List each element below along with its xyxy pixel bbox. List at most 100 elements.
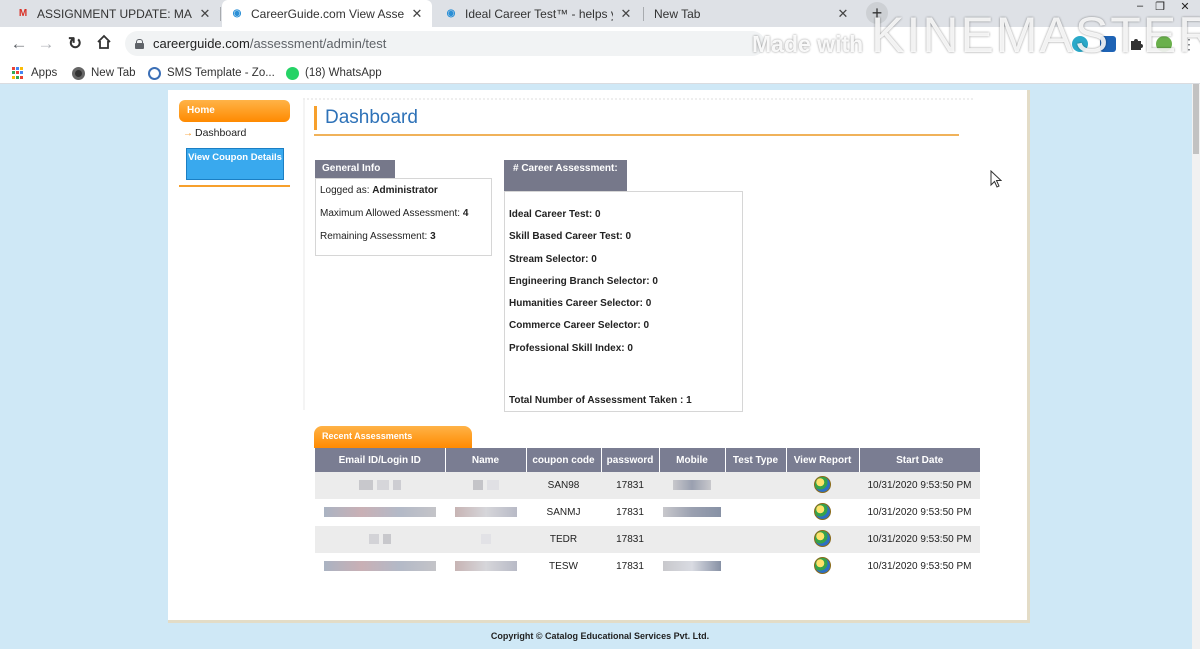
new-tab-button[interactable]: +: [866, 2, 888, 24]
start-date-cell: 10/31/2020 9:53:50 PM: [859, 472, 980, 499]
sidebar-home-header[interactable]: Home: [179, 100, 290, 122]
close-icon[interactable]: ✕: [836, 6, 850, 22]
restore-icon[interactable]: ❐: [1150, 0, 1170, 14]
coupon-cell: SANMJ: [546, 507, 581, 518]
mobile-cell-redacted: [659, 499, 725, 526]
tab-bar: M ASSIGNMENT UPDATE: MACHAI ✕ ◉ CareerGu…: [0, 0, 1200, 27]
assessment-count-row: Humanities Career Selector: 0: [509, 298, 652, 310]
bookmark-apps[interactable]: Apps: [12, 65, 57, 81]
assessment-count-row: Commerce Career Selector: 0: [509, 320, 650, 332]
menu-kebab-icon[interactable]: ⋮: [1180, 35, 1198, 53]
minimize-icon[interactable]: –: [1130, 0, 1150, 14]
url-domain: careerguide.com: [153, 36, 250, 51]
sidebar-item-label: Dashboard: [195, 127, 247, 139]
email-cell-redacted: [315, 472, 445, 499]
column-header: password: [601, 448, 660, 472]
assessment-count-row: Professional Skill Index: 0: [509, 342, 633, 354]
password-cell: 17831: [601, 526, 659, 553]
view-report-globe-icon[interactable]: [814, 529, 831, 547]
reload-icon[interactable]: ↻: [66, 35, 84, 53]
view-report-cell[interactable]: [786, 499, 859, 526]
bookmark-label: SMS Template - Zo...: [167, 67, 275, 79]
career-assessment-box: Ideal Career Test: 0 Skill Based Career …: [504, 191, 743, 412]
mobile-cell-redacted: [659, 472, 725, 499]
view-report-cell[interactable]: [786, 472, 859, 499]
close-icon[interactable]: ✕: [410, 6, 424, 22]
view-coupon-details-button[interactable]: View Coupon Details: [186, 148, 284, 180]
careerguide-icon: ◉: [446, 8, 456, 19]
coupon-cell: TESW: [549, 561, 578, 572]
view-report-globe-icon[interactable]: [814, 475, 831, 493]
email-cell-redacted: [315, 526, 445, 553]
close-icon[interactable]: ✕: [619, 6, 633, 22]
coupon-cell: TEDR: [526, 526, 601, 553]
start-date-cell: 10/31/2020 9:53:50 PM: [867, 561, 972, 572]
tab-careerguide-view[interactable]: ◉ CareerGuide.com View Assessme ✕: [222, 0, 432, 27]
view-report-globe-icon[interactable]: [814, 502, 831, 520]
apps-grid-icon: [12, 66, 25, 80]
name-cell-redacted: [445, 526, 526, 553]
forward-icon[interactable]: →: [37, 35, 55, 53]
careerguide-icon: ◉: [232, 8, 242, 19]
footer-copyright: Copyright © Catalog Educational Services…: [490, 631, 710, 641]
title-divider: [314, 134, 959, 136]
career-assessment-heading: # Career Assessment:: [504, 160, 627, 192]
sidebar-item-dashboard[interactable]: → Dashboard: [183, 127, 246, 139]
view-report-cell[interactable]: [786, 553, 859, 580]
extension-icon[interactable]: [1072, 36, 1088, 52]
table-row: SAN98 17831 10/31/2020 9:53:50 PM: [315, 472, 980, 499]
profile-avatar[interactable]: [1156, 36, 1172, 52]
bookmark-label: New Tab: [91, 67, 136, 79]
back-icon[interactable]: ←: [10, 35, 28, 53]
password-cell: 17831: [616, 561, 644, 572]
name-cell-redacted: [445, 499, 526, 526]
general-info-heading: General Info: [315, 160, 395, 179]
lock-icon: [135, 38, 144, 49]
extensions-puzzle-icon[interactable]: [1128, 36, 1144, 52]
tab-gmail[interactable]: M ASSIGNMENT UPDATE: MACHAI ✕: [8, 0, 220, 27]
total-assessments: Total Number of Assessment Taken : 1: [509, 395, 692, 406]
email-cell-redacted: [315, 553, 445, 580]
page-title: Dashboard: [314, 106, 418, 130]
assessment-count-row: Engineering Branch Selector: 0: [509, 275, 658, 287]
table-header-row: Email ID/Login ID Name coupon code passw…: [315, 448, 980, 472]
test-type-cell: [725, 553, 786, 580]
tab-title: ASSIGNMENT UPDATE: MACHAI: [37, 6, 192, 21]
scrollbar-thumb[interactable]: [1193, 84, 1199, 154]
tab-title: CareerGuide.com View Assessme: [251, 6, 404, 21]
mobile-cell-redacted: [659, 553, 725, 580]
close-icon[interactable]: ✕: [198, 6, 212, 22]
start-date-cell: 10/31/2020 9:53:50 PM: [859, 526, 980, 553]
assessment-count-row: Skill Based Career Test: 0: [509, 231, 632, 243]
email-cell-redacted: [315, 499, 445, 526]
view-report-globe-icon[interactable]: [814, 556, 831, 574]
gmail-icon: M: [18, 8, 28, 19]
view-report-cell[interactable]: [786, 526, 859, 553]
chrome-icon: [72, 66, 85, 80]
assessment-count-row: Stream Selector: 0: [509, 253, 597, 265]
address-bar[interactable]: careerguide.com /assessment/admin/test: [125, 31, 765, 56]
column-header: Start Date: [859, 448, 980, 472]
password-cell: 17831: [601, 472, 659, 499]
bookmark-new-tab[interactable]: New Tab: [72, 65, 136, 81]
tab-ideal-career-test[interactable]: ◉ Ideal Career Test™ - helps you id ✕: [436, 0, 641, 27]
bookmark-sms-template[interactable]: SMS Template - Zo...: [148, 65, 275, 81]
coupon-cell: SAN98: [526, 472, 601, 499]
column-header: View Report: [786, 448, 860, 472]
sidebar-divider: [179, 185, 290, 187]
test-type-cell: [725, 526, 786, 553]
whatsapp-icon: [286, 66, 299, 80]
mobile-cell-redacted: [659, 526, 725, 553]
page-scrollbar[interactable]: [1192, 84, 1200, 649]
tab-new-tab[interactable]: New Tab ✕: [646, 0, 858, 27]
table-row: SANMJ 17831 10/31/2020 9:53:50 PM: [315, 499, 980, 526]
recent-assessments-tab[interactable]: Recent Assessments: [314, 426, 472, 448]
outlook-icon[interactable]: [1100, 36, 1116, 52]
bookmark-whatsapp[interactable]: (18) WhatsApp: [286, 65, 382, 81]
bookmark-label: Apps: [31, 67, 58, 79]
start-date-cell: 10/31/2020 9:53:50 PM: [867, 507, 972, 518]
max-assessment-row: Maximum Allowed Assessment: 4: [320, 208, 469, 219]
close-window-icon[interactable]: ✕: [1175, 0, 1195, 14]
bookmarks-bar: Apps New Tab SMS Template - Zo... (18) W…: [0, 62, 1200, 84]
home-icon[interactable]: [95, 34, 113, 52]
